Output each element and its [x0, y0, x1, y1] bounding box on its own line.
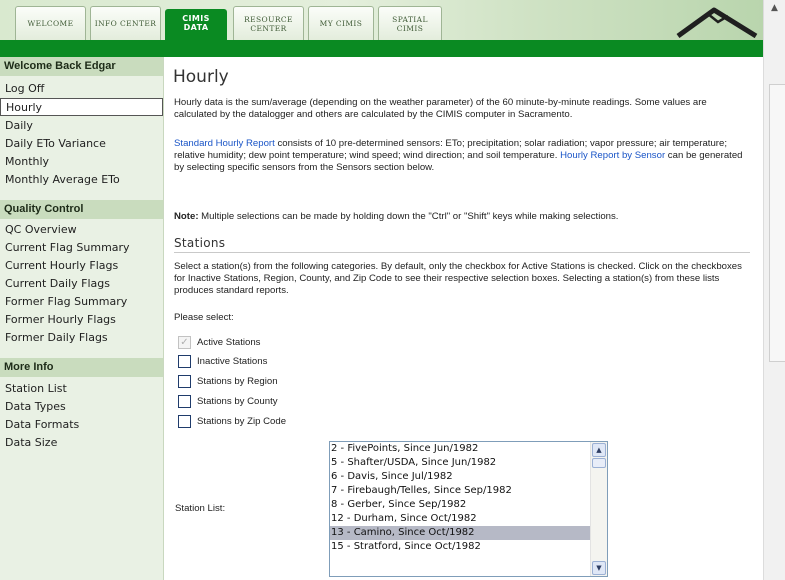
station-option-selected[interactable]: 13 - Camino, Since Oct/1982 — [330, 526, 606, 540]
checkbox-row-stations-by-region: Stations by Region — [178, 374, 278, 389]
sidebar-item-data-formats[interactable]: Data Formats — [0, 416, 163, 434]
station-option[interactable]: 2 - FivePoints, Since Jun/1982 — [330, 442, 606, 456]
stations-by-zip-label: Stations by Zip Code — [197, 416, 287, 427]
intro-paragraph: Hourly data is the sum/average (dependin… — [174, 97, 707, 120]
sidebar-item-monthly[interactable]: Monthly — [0, 153, 163, 171]
page-title: Hourly — [173, 67, 229, 87]
active-stations-label: Active Stations — [197, 337, 261, 348]
sidebar-item-daily-eto-variance[interactable]: Daily ETo Variance — [0, 135, 163, 153]
page-scrollbar[interactable]: ▲ — [763, 0, 785, 580]
sidebar-item-former-flag-summary[interactable]: Former Flag Summary — [0, 293, 163, 311]
stations-heading: Stations — [174, 236, 750, 253]
please-select-label: Please select: — [174, 312, 234, 323]
station-list-select[interactable]: 2 - FivePoints, Since Jun/1982 5 - Shaft… — [329, 441, 608, 577]
sidebar-item-current-daily-flags[interactable]: Current Daily Flags — [0, 275, 163, 293]
tab-spatial-cimis[interactable]: Spatial CIMIS — [378, 6, 442, 40]
sidebar-item-station-list[interactable]: Station List — [0, 380, 163, 398]
station-option[interactable]: 15 - Stratford, Since Oct/1982 — [330, 540, 606, 554]
station-option[interactable]: 5 - Shafter/USDA, Since Jun/1982 — [330, 456, 606, 470]
stations-paragraph: Select a station(s) from the following c… — [174, 261, 742, 296]
list-scroll-up-icon[interactable]: ▲ — [592, 443, 606, 457]
list-scroll-thumb[interactable] — [592, 458, 606, 468]
hourly-report-by-sensor-link[interactable]: Hourly Report by Sensor — [560, 150, 665, 161]
tab-welcome[interactable]: Welcome — [15, 6, 86, 40]
sidebar-item-data-size[interactable]: Data Size — [0, 434, 163, 452]
sidebar-item-daily[interactable]: Daily — [0, 117, 163, 135]
sidebar-item-hourly[interactable]: Hourly — [0, 98, 163, 116]
sidebar-item-data-types[interactable]: Data Types — [0, 398, 163, 416]
main-content: Hourly Hourly data is the sum/average (d… — [165, 57, 763, 580]
station-option[interactable]: 7 - Firebaugh/Telles, Since Sep/1982 — [330, 484, 606, 498]
sidebar-heading-more-info: More Info — [0, 358, 163, 377]
standard-hourly-report-link[interactable]: Standard Hourly Report — [174, 138, 275, 149]
sidebar-item-former-hourly-flags[interactable]: Former Hourly Flags — [0, 311, 163, 329]
note-label: Note: — [174, 211, 199, 222]
top-banner: Welcome Info Center CIMIS Data Resource … — [0, 0, 763, 57]
note-text: Multiple selections can be made by holdi… — [198, 211, 619, 222]
sidebar: Welcome Back Edgar Log Off Hourly Daily … — [0, 57, 164, 580]
scrollbar-thumb[interactable] — [769, 84, 785, 362]
inactive-stations-label: Inactive Stations — [197, 356, 268, 367]
station-option[interactable]: 8 - Gerber, Since Sep/1982 — [330, 498, 606, 512]
checkbox-row-active-stations: ✓ Active Stations — [178, 335, 260, 350]
report-paragraph: Standard Hourly Report consists of 10 pr… — [174, 138, 752, 174]
station-list-scrollbar[interactable]: ▲ ▼ — [590, 442, 607, 576]
sidebar-heading-quality-control: Quality Control — [0, 200, 163, 219]
inactive-stations-checkbox[interactable] — [178, 355, 191, 368]
note-paragraph: Note: Multiple selections can be made by… — [174, 211, 752, 223]
active-stations-checkbox[interactable]: ✓ — [178, 336, 191, 349]
scroll-up-arrow-icon[interactable]: ▲ — [764, 0, 785, 16]
tab-info-center[interactable]: Info Center — [90, 6, 161, 40]
tab-my-cimis[interactable]: My CIMIS — [308, 6, 374, 40]
checkbox-row-stations-by-zip: Stations by Zip Code — [178, 414, 286, 429]
tab-resource-center[interactable]: Resource Center — [233, 6, 304, 40]
sidebar-item-log-off[interactable]: Log Off — [0, 80, 163, 98]
stations-by-county-checkbox[interactable] — [178, 395, 191, 408]
list-scroll-down-icon[interactable]: ▼ — [592, 561, 606, 575]
sidebar-item-current-flag-summary[interactable]: Current Flag Summary — [0, 239, 163, 257]
sidebar-item-monthly-average-eto[interactable]: Monthly Average ETo — [0, 171, 163, 189]
cimis-logo-icon[interactable] — [672, 4, 762, 38]
nav-green-bar — [0, 40, 763, 57]
station-option[interactable]: 6 - Davis, Since Jul/1982 — [330, 470, 606, 484]
sidebar-heading-welcome: Welcome Back Edgar — [0, 57, 163, 76]
station-option[interactable]: 12 - Durham, Since Oct/1982 — [330, 512, 606, 526]
station-list-label: Station List: — [175, 503, 226, 514]
stations-by-region-label: Stations by Region — [197, 376, 278, 387]
stations-by-region-checkbox[interactable] — [178, 375, 191, 388]
sidebar-item-qc-overview[interactable]: QC Overview — [0, 221, 163, 239]
stations-by-county-label: Stations by County — [197, 396, 278, 407]
checkbox-row-inactive-stations: Inactive Stations — [178, 354, 267, 369]
stations-by-zip-checkbox[interactable] — [178, 415, 191, 428]
checkbox-row-stations-by-county: Stations by County — [178, 394, 278, 409]
sidebar-item-current-hourly-flags[interactable]: Current Hourly Flags — [0, 257, 163, 275]
sidebar-item-former-daily-flags[interactable]: Former Daily Flags — [0, 329, 163, 347]
